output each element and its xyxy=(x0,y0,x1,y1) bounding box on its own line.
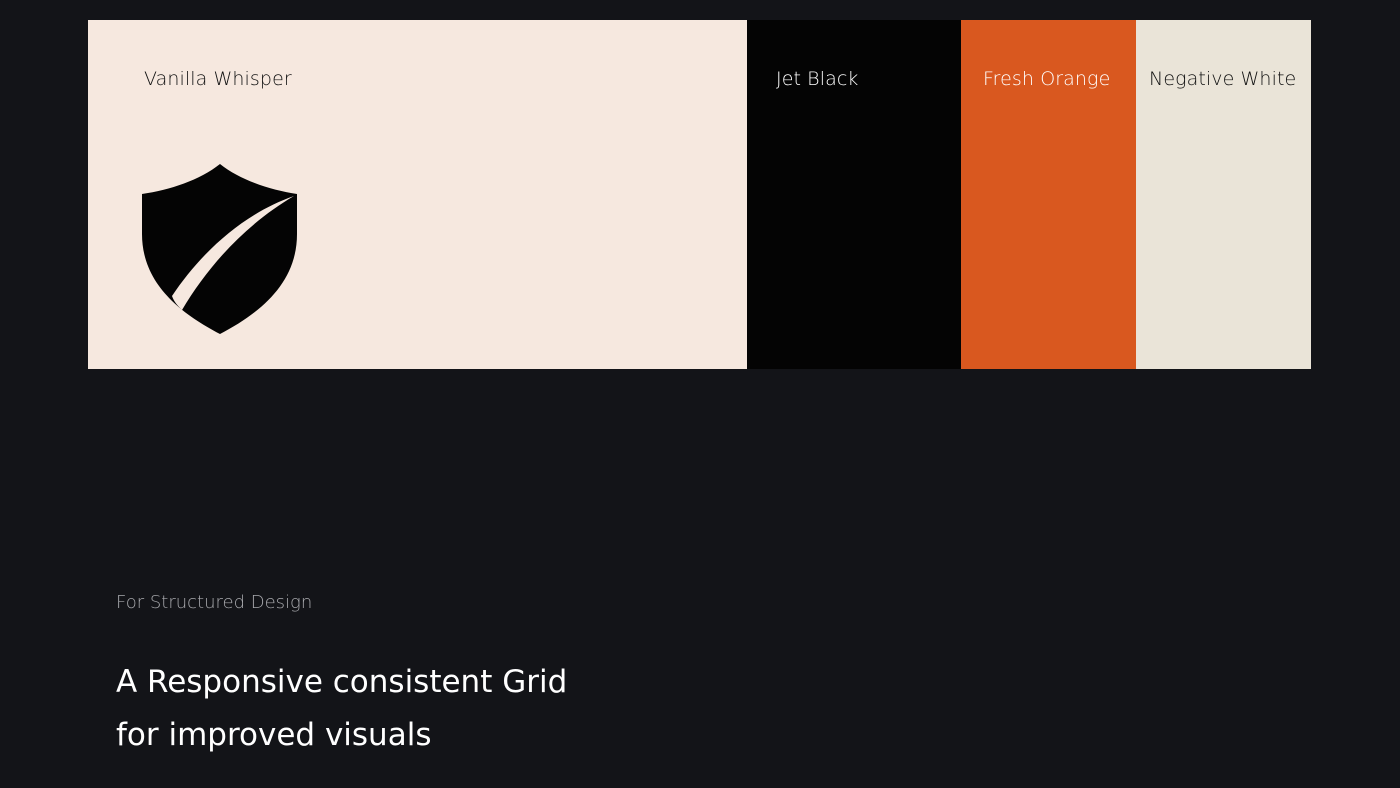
headline-line-1: A Responsive consistent Grid xyxy=(116,664,568,700)
swatch-label-vanilla-whisper: Vanilla Whisper xyxy=(144,68,292,90)
section-headline: A Responsive consistent Grid for improve… xyxy=(116,656,736,762)
swatch-jet-black: Jet Black xyxy=(747,20,961,369)
swatch-negative-white: Negative White xyxy=(1136,20,1311,369)
swatch-label-fresh-orange: Fresh Orange xyxy=(983,68,1111,90)
swatch-label-negative-white: Negative White xyxy=(1149,68,1297,90)
swatch-fresh-orange: Fresh Orange xyxy=(961,20,1136,369)
section-eyebrow: For Structured Design xyxy=(116,592,313,613)
headline-line-2: for improved visuals xyxy=(116,717,432,753)
shield-with-swoosh-icon xyxy=(142,164,297,334)
swatch-label-jet-black: Jet Black xyxy=(776,68,859,90)
swatch-vanilla-whisper: Vanilla Whisper xyxy=(88,20,747,369)
color-palette: Vanilla Whisper Jet Black Fresh Orange N… xyxy=(88,20,1311,369)
